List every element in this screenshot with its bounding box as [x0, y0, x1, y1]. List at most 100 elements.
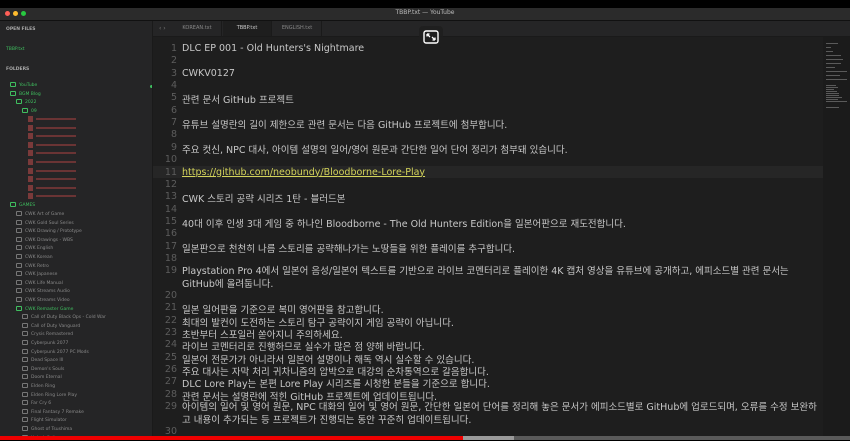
minimap-line	[826, 85, 836, 86]
sidebar-item-label: CWK Retro	[25, 263, 49, 269]
line-number: 6	[170, 104, 177, 116]
file-icon	[28, 184, 33, 191]
folder-icon	[16, 262, 22, 268]
code-line: CWKV0127	[182, 67, 235, 79]
minimap-line	[826, 89, 835, 90]
text-editor[interactable]: 1 DLC EP 001 - Old Hunters's Nightmare 2 3 C…	[153, 37, 823, 436]
video-progress-bar[interactable]	[0, 436, 850, 440]
sidebar-item-label: 09	[31, 108, 37, 114]
line-number: 7	[170, 117, 177, 129]
line-number: 22	[164, 314, 177, 326]
sidebar-item-label: GAMES	[19, 203, 36, 209]
sidebar-item-label	[36, 143, 76, 146]
folder-icon	[22, 331, 28, 337]
line-number: 21	[164, 302, 177, 314]
folder-icon	[22, 107, 28, 113]
tab-2[interactable]: TBBP.txt	[223, 21, 272, 36]
sidebar-item-label: CWK Gold Soul Series	[25, 220, 74, 226]
folder-icon	[16, 99, 22, 105]
tab-3[interactable]: ENGLISH.txt	[273, 21, 322, 36]
tab-scroll-arrows[interactable]: ‹ ›	[159, 21, 166, 36]
sidebar-item-label: Call of Duty Vanguard	[31, 323, 81, 329]
folder-icon	[22, 357, 28, 363]
sidebar-item-label	[36, 117, 76, 120]
line-number: 2	[170, 55, 177, 67]
sidebar-item-label: BGM Blog	[19, 91, 41, 97]
minimap-line	[826, 101, 847, 102]
sidebar-item-label	[36, 160, 76, 163]
folder-icon	[16, 211, 22, 216]
line-number: 4	[170, 80, 177, 92]
folder-icon	[22, 314, 28, 320]
line-number: 14	[164, 203, 177, 215]
tab-1[interactable]: KOREAN.txt	[173, 21, 222, 36]
sidebar-item-label: Crysis Remastered	[31, 332, 74, 338]
minimap-line	[826, 107, 839, 108]
folder-icon	[16, 288, 22, 294]
line-number: 10	[164, 154, 177, 166]
folder-icon	[16, 271, 22, 277]
folder-icon	[16, 245, 22, 251]
sidebar-item-label: Flight Simulator	[31, 418, 67, 424]
sidebar-item-label: Elden Ring Lore Play	[31, 392, 78, 398]
folder-icon	[16, 254, 22, 259]
sidebar-item-label: CWK Remaster Game	[25, 306, 74, 312]
file-icon	[28, 158, 33, 165]
folder-icon	[22, 383, 28, 388]
sidebar: OPEN FILES TBBP.txt FOLDERS YouTube BGM B…	[0, 21, 153, 436]
line-number: 24	[164, 339, 177, 351]
window-title: TBBP.txt — YouTube	[395, 9, 455, 16]
folder-icon	[22, 340, 28, 345]
code-line: 아이템의 일어 및 영어 원문, NPC 대화의 일어 및 영어 원문, 간단한…	[182, 402, 817, 427]
minimap-line	[826, 71, 847, 72]
sidebar-item-label: CWK Japanese	[25, 272, 58, 278]
folder-icon	[22, 417, 28, 423]
file-icon	[28, 193, 33, 200]
exit-fullscreen-button[interactable]	[419, 26, 443, 48]
sidebar-item-label	[36, 152, 76, 155]
line-number: 15	[164, 215, 177, 227]
minimap-line	[826, 47, 831, 48]
folder-icon	[16, 305, 22, 311]
minimap[interactable]	[823, 37, 850, 436]
sidebar-item-label: Call of Duty Black Ops - Cold War	[31, 315, 106, 321]
folder-icon	[16, 236, 22, 242]
minimap-line	[826, 87, 839, 88]
line-number: 11	[164, 166, 177, 178]
sidebar-item-label: Ghost of Tsushima	[31, 427, 73, 432]
folder-icon	[10, 90, 16, 96]
line-number: 26	[164, 364, 177, 376]
sidebar-item-label: Dead Space III	[31, 358, 64, 364]
code-line: 주요 컷신, NPC 대사, 아이템 설명의 일어/영어 원문과 간단한 일어 …	[182, 144, 568, 156]
line-number: 18	[164, 252, 177, 264]
sidebar-item-label	[36, 195, 76, 198]
open-file-item[interactable]: TBBP.txt	[6, 45, 152, 55]
sidebar-item-label	[36, 135, 76, 138]
line-number: 13	[164, 191, 177, 203]
file-icon	[28, 176, 33, 183]
folder-icon	[22, 426, 28, 431]
code-line: DLC EP 001 - Old Hunters's Nightmare	[182, 43, 365, 54]
line-number: 19	[164, 265, 177, 277]
file-icon	[28, 124, 33, 131]
line-number: 23	[164, 327, 177, 339]
file-icon	[28, 167, 33, 174]
minimap-line	[826, 93, 839, 94]
sidebar-item-label: Elden Ring	[31, 384, 56, 389]
minimap-line	[826, 95, 840, 96]
line-number: 17	[164, 240, 177, 252]
title-bar: TBBP.txt — YouTube	[0, 8, 850, 21]
line-number: 16	[164, 228, 177, 240]
github-link[interactable]: https://github.com/neobundy/Bloodborne-L…	[182, 167, 425, 178]
code-line: CWK 스토리 공략 시리즈 1탄 - 블러드본	[182, 194, 346, 206]
code-line: 일본판으로 천천히 나름 스토리를 공략해나가는 노땅들을 위한 플레이를 추구…	[182, 243, 516, 255]
folder-icon	[22, 348, 28, 354]
line-number: 29	[164, 401, 177, 413]
minimap-line	[826, 99, 838, 100]
sidebar-item-label	[36, 178, 76, 181]
code-line: 유튜브 설명란의 길이 제한으로 관련 문서는 다음 GitHub 프로젝트에 …	[182, 120, 508, 132]
sidebar-item-label	[36, 126, 76, 129]
sidebar-item-label: CWK Korean	[25, 255, 53, 260]
sidebar-item-label: Final Fantasy 7 Remake	[31, 409, 84, 415]
folder-icon	[16, 279, 22, 285]
